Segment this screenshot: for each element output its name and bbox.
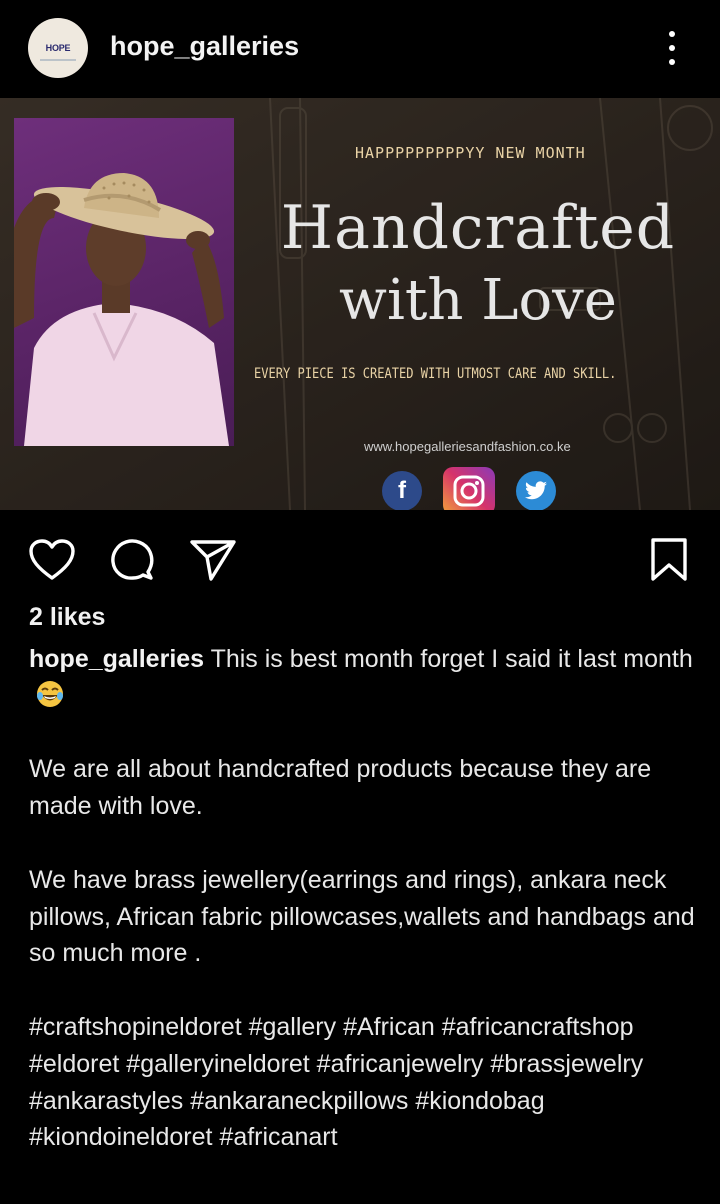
caption-first-paragraph: hope_galleries This is best month forget… — [29, 641, 697, 715]
laughing-emoji-icon — [35, 679, 65, 709]
caption-hashtags[interactable]: #craftshopineldoret #gallery #African #a… — [29, 1009, 697, 1156]
caption-gap — [29, 972, 697, 1009]
twitter-icon — [516, 471, 556, 510]
like-count[interactable]: 2 likes — [29, 603, 105, 632]
post-image[interactable]: HAPPPPPPPPPYY NEW MONTH Handcrafted with… — [0, 98, 720, 510]
facebook-glyph: f — [398, 477, 406, 504]
post-header: HOPE hope_galleries — [0, 0, 720, 98]
image-headline-line1: Handcrafted — [280, 193, 676, 263]
caption-gap — [29, 825, 697, 862]
avatar-logo-text: HOPE — [45, 43, 71, 53]
post-caption: hope_galleries This is best month forget… — [29, 641, 697, 1156]
instagram-icon — [443, 467, 495, 510]
more-vertical-icon[interactable] — [660, 28, 684, 68]
image-website: www.hopegalleriesandfashion.co.ke — [364, 439, 571, 454]
bookmark-icon[interactable] — [644, 535, 694, 585]
facebook-icon: f — [382, 471, 422, 510]
avatar-logo-underline — [40, 59, 76, 61]
image-tagline: HAPPPPPPPPPYY NEW MONTH — [355, 144, 586, 162]
caption-username[interactable]: hope_galleries — [29, 645, 204, 673]
send-icon[interactable] — [188, 535, 238, 585]
post-username[interactable]: hope_galleries — [110, 31, 299, 62]
model-photo — [14, 118, 234, 446]
caption-line1: This is best month forget I said it last… — [210, 645, 693, 673]
image-subline: EVERY PIECE IS CREATED WITH UTMOST CARE … — [254, 366, 617, 382]
avatar[interactable]: HOPE — [28, 18, 88, 78]
image-headline-line2: with Love — [339, 268, 617, 333]
post-action-bar — [0, 510, 720, 602]
caption-gap — [29, 715, 697, 752]
comment-icon[interactable] — [107, 535, 157, 585]
heart-icon[interactable] — [27, 535, 77, 585]
caption-paragraph-2: We are all about handcrafted products be… — [29, 755, 652, 821]
caption-paragraph-3: We have brass jewellery(earrings and rin… — [29, 865, 695, 968]
